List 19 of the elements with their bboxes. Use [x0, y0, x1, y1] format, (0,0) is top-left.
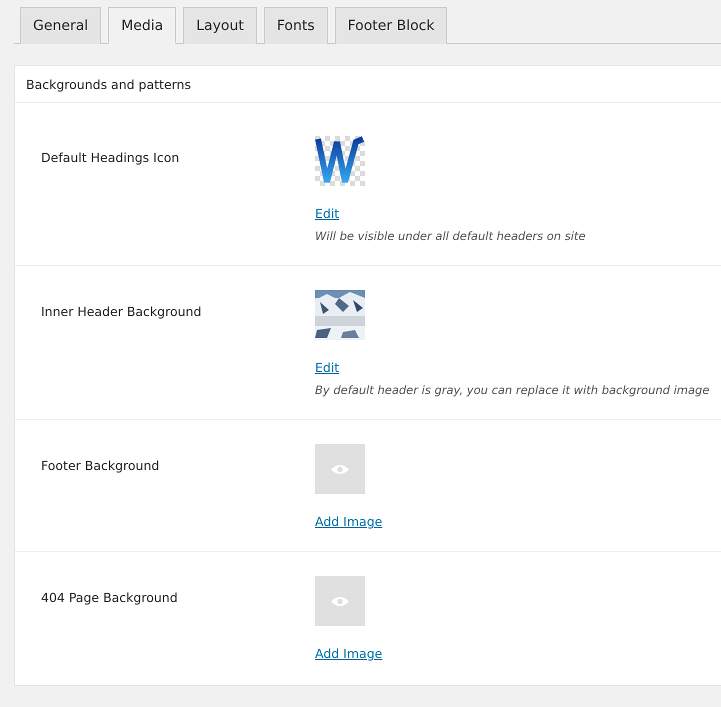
setting-label: Default Headings Icon	[41, 150, 180, 165]
tab[interactable]: Footer Block	[334, 7, 448, 44]
edit-link[interactable]: Edit	[315, 360, 340, 375]
edit-link[interactable]: Edit	[315, 206, 340, 221]
tab[interactable]: Layout	[183, 7, 257, 44]
field-description: By default header is gray, you can replace it with background image	[315, 383, 710, 397]
add-image-link[interactable]: Add Image	[315, 646, 382, 661]
setting-label: 404 Page Background	[41, 590, 178, 605]
zigzag-icon	[315, 136, 365, 186]
eye-icon	[331, 464, 349, 474]
tab[interactable]: General	[20, 7, 102, 44]
eye-icon	[331, 596, 349, 606]
section-title: Backgrounds and patterns	[26, 76, 191, 92]
tab[interactable]: Media	[108, 7, 176, 44]
tab[interactable]: Fonts	[264, 7, 328, 44]
setting-label: Footer Background	[41, 458, 160, 473]
field-description: Will be visible under all default headers on site	[315, 229, 586, 243]
add-image-link[interactable]: Add Image	[315, 514, 382, 529]
setting-label: Inner Header Background	[41, 304, 202, 319]
